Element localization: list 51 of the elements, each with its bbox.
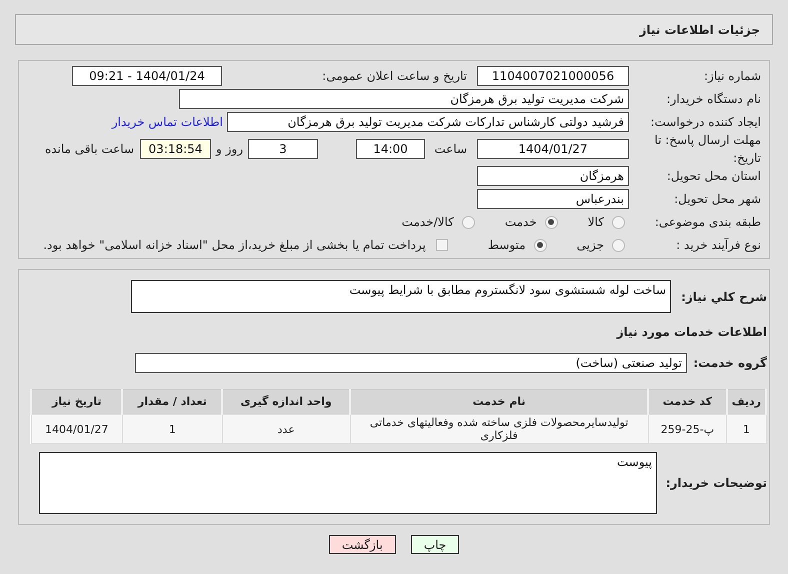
radio-label: خدمت xyxy=(504,214,537,231)
table-cell: 1 xyxy=(726,414,766,444)
countdown-field[interactable]: 03:18:54 xyxy=(140,139,211,159)
text-field[interactable]: تولید صنعتی (ساخت) xyxy=(135,353,687,373)
field-label: شهر محل تحویل: xyxy=(673,191,762,208)
radio-button[interactable] xyxy=(612,216,625,228)
text-field[interactable]: فرشید دولتی کارشناس تدارکات شرکت مدیریت تولید برق هرمزگان xyxy=(227,112,629,132)
radio-button[interactable] xyxy=(544,216,558,228)
contact-link[interactable]: اطلاعات تماس خریدار xyxy=(112,113,223,131)
print-button[interactable]: چاپ xyxy=(410,535,460,554)
payment-note: پرداخت تمام یا بخشی از مبلغ خرید،از محل "اسناد خزانه اسلامی" خواهد بود. xyxy=(43,237,426,254)
radio-button[interactable] xyxy=(534,238,547,252)
table-cell: تولیدسایرمحصولات فلزی ساخته شده وفعالیتهای خدماتی فلزکاری xyxy=(350,414,648,444)
text-field[interactable]: 1404/01/27 xyxy=(477,139,629,159)
radio-label: کالا/خدمت xyxy=(402,214,454,231)
text-field[interactable]: شرکت مدیریت تولید برق هرمزگان xyxy=(179,89,629,109)
text-field[interactable]: هرمزگان xyxy=(477,166,629,186)
field-label: طبقه بندی موضوعی: xyxy=(654,214,762,231)
section-title: اطلاعات خدمات مورد نیاز xyxy=(615,324,767,341)
table-cell: 1 xyxy=(122,414,222,444)
radio-button[interactable] xyxy=(462,216,475,228)
field-label: نام دستگاه خریدار: xyxy=(666,91,762,108)
field-label: نوع فرآیند خرید : xyxy=(675,237,762,254)
field-label: تاریخ و ساعت اعلان عمومی: xyxy=(321,68,467,85)
field-label: شماره نیاز: xyxy=(703,68,762,85)
notes-textarea[interactable]: پیوست xyxy=(39,452,657,514)
field-label: توضیحات خریدار: xyxy=(664,475,767,492)
description-textarea[interactable]: ساخت لوله شستشوی سود لانگستروم مطابق با شرایط پیوست xyxy=(131,280,671,313)
text-field[interactable]: 3 xyxy=(248,139,318,159)
text-field[interactable]: 1404/01/24 - 09:21 xyxy=(72,66,222,86)
table-cell: پ-25-259 xyxy=(648,414,727,444)
radio-button[interactable] xyxy=(612,238,625,252)
checkbox[interactable] xyxy=(436,239,448,251)
text-field[interactable]: 14:00 xyxy=(356,139,425,159)
table-cell: عدد xyxy=(222,414,350,444)
page-title: جزئیات اطلاعات نیاز xyxy=(639,22,760,38)
days-label: روز و xyxy=(216,141,243,158)
field-label: شرح کلي نياز: xyxy=(680,289,767,306)
time-label: ساعت xyxy=(435,141,467,158)
radio-label: کالا xyxy=(588,214,604,231)
field-label: گروه خدمت: xyxy=(692,355,767,372)
radio-label: متوسط xyxy=(488,237,526,254)
field-label: استان محل تحویل: xyxy=(666,168,762,185)
text-field[interactable]: بندرعباس xyxy=(477,189,629,209)
text-field[interactable]: 1104007021000056 xyxy=(477,66,629,86)
field-label: مهلت ارسال پاسخ: تا تاریخ: xyxy=(653,132,762,167)
table-cell: 1404/01/27 xyxy=(31,414,122,444)
back-button[interactable]: بازگشت xyxy=(328,535,396,554)
field-label: ایجاد کننده درخواست: xyxy=(649,114,762,131)
radio-label: جزیی xyxy=(576,237,604,254)
remaining-label: ساعت باقی مانده xyxy=(44,141,134,158)
